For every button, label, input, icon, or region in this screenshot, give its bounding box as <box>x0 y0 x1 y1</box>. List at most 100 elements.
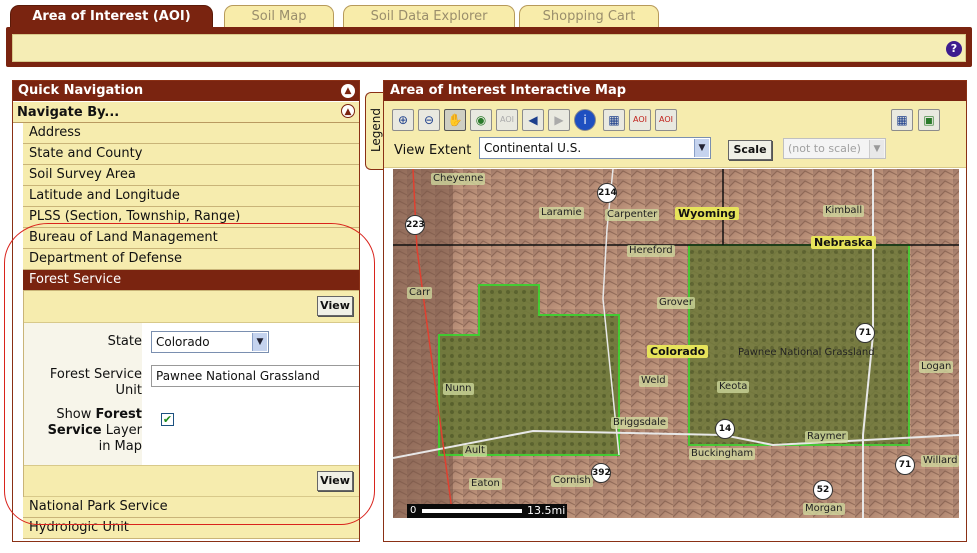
collapse-icon[interactable]: ▲ <box>341 84 355 98</box>
highway-shield: 71 <box>855 323 875 343</box>
grid-icon[interactable]: ▦ <box>603 109 625 131</box>
map-town-label: Weld <box>639 375 668 387</box>
forward-arrow-icon[interactable]: ▶ <box>548 109 570 131</box>
scale-bar-distance: 13.5mi <box>527 504 566 517</box>
map-title: Area of Interest Interactive Map <box>390 83 627 98</box>
tab-shopping-cart[interactable]: Shopping Cart <box>519 5 659 28</box>
map-town-label: Logan <box>919 361 954 373</box>
view-extent-select[interactable]: Continental U.S. ▼ <box>479 137 711 159</box>
map-town-label: Nunn <box>443 383 474 395</box>
scale-select-value: (not to scale) <box>788 142 861 155</box>
map-town-label: Kimball <box>823 205 865 217</box>
state-select[interactable]: Colorado ▼ <box>151 331 269 353</box>
map-town-label: Buckingham <box>689 448 756 460</box>
scale-bar-zero: 0 <box>410 505 417 516</box>
map-town-label: Keota <box>717 381 750 393</box>
overview-map-icon[interactable]: ▣ <box>918 109 940 131</box>
layout-icon[interactable]: ▦ <box>891 109 913 131</box>
view-extent-label: View Extent <box>394 143 472 158</box>
state-select-value: Colorado <box>156 335 210 349</box>
nav-item-latitude-longitude[interactable]: Latitude and Longitude <box>23 186 359 207</box>
map-town-label: Willard <box>921 455 959 467</box>
identify-info-icon[interactable]: i <box>574 109 596 131</box>
map-scale-bar: 0 13.5mi <box>407 504 567 518</box>
navigate-by-list: Address State and County Soil Survey Are… <box>23 123 359 539</box>
map-state-label: Wyoming <box>675 207 739 220</box>
quick-navigation-title: Quick Navigation <box>18 83 144 98</box>
scale-bar-line <box>422 509 522 513</box>
map-town-label: Morgan <box>803 503 845 515</box>
chevron-down-icon: ▼ <box>694 139 709 157</box>
quick-navigation-panel: Quick Navigation ▲ Navigate By... ▲ Addr… <box>12 80 360 542</box>
nav-item-hydrologic-unit[interactable]: Hydrologic Unit <box>23 518 359 539</box>
nav-item-plss[interactable]: PLSS (Section, Township, Range) <box>23 207 359 228</box>
view-row-bottom: View <box>24 465 359 497</box>
show-layer-checkbox[interactable]: ✔ <box>161 413 174 426</box>
nav-item-bureau-land-management[interactable]: Bureau of Land Management <box>23 228 359 249</box>
map-town-label: Eaton <box>469 478 502 490</box>
forest-service-unit-row: Forest Service Unit Pawnee National Grass… <box>24 361 359 403</box>
help-icon[interactable]: ? <box>946 41 962 57</box>
forest-service-form: View State Colorado ▼ Forest Service Unit… <box>23 291 359 497</box>
legend-tab-label: Legend <box>369 107 383 153</box>
nav-item-state-and-county[interactable]: State and County <box>23 144 359 165</box>
navigate-by-title: Navigate By... <box>17 105 120 120</box>
define-aoi-polygon-icon[interactable]: AOI <box>655 109 677 131</box>
highway-shield: 14 <box>715 419 735 439</box>
map-toolbar: ⊕ ⊖ ✋ ◉ AOI ◀ ▶ i ▦ AOI AOI ▦ ▣ View Ext… <box>384 101 966 168</box>
map-state-label: Nebraska <box>811 236 876 249</box>
chevron-down-icon: ▼ <box>869 140 884 158</box>
legend-tab[interactable]: Legend <box>365 92 385 170</box>
collapse-icon[interactable]: ▲ <box>341 104 355 118</box>
highway-shield: 214 <box>597 183 617 203</box>
forest-service-unit-field[interactable]: Pawnee National Grassland <box>151 365 359 387</box>
map-view[interactable]: Cheyenne Laramie Carpenter Kimball Heref… <box>393 169 959 518</box>
view-extent-value: Continental U.S. <box>484 141 582 155</box>
map-town-label: Ault <box>463 445 487 457</box>
navigate-by-header[interactable]: Navigate By... ▲ <box>13 102 359 123</box>
tab-soil-map[interactable]: Soil Map <box>224 5 334 28</box>
map-town-label: Carr <box>407 287 433 299</box>
highway-shield: 223 <box>405 215 425 235</box>
zoom-in-icon[interactable]: ⊕ <box>392 109 414 131</box>
view-button[interactable]: View <box>317 471 353 491</box>
nav-item-forest-service[interactable]: Forest Service <box>23 270 359 291</box>
terrain-map <box>393 169 959 518</box>
zoom-out-icon[interactable]: ⊖ <box>418 109 440 131</box>
top-bar-content <box>12 34 966 62</box>
nav-item-national-park-service[interactable]: National Park Service <box>23 497 359 518</box>
tab-soil-data-explorer[interactable]: Soil Data Explorer <box>343 5 515 28</box>
scale-select[interactable]: (not to scale) ▼ <box>783 138 886 159</box>
quick-navigation-header: Quick Navigation ▲ <box>13 81 359 101</box>
show-layer-label: Show Forest Service Layer in Map <box>47 407 142 454</box>
pan-hand-icon[interactable]: ✋ <box>444 109 466 131</box>
chevron-down-icon: ▼ <box>252 333 267 351</box>
nav-item-address[interactable]: Address <box>23 123 359 144</box>
map-state-label: Colorado <box>647 345 709 358</box>
map-town-label: Grover <box>657 297 695 309</box>
map-town-label: Cheyenne <box>431 173 486 185</box>
view-button[interactable]: View <box>317 296 353 316</box>
map-town-label: Briggsdale <box>611 417 669 429</box>
map-town-label: Carpenter <box>605 209 660 221</box>
scale-button[interactable]: Scale <box>728 140 772 160</box>
define-aoi-rectangle-icon[interactable]: AOI <box>629 109 651 131</box>
map-town-label: Hereford <box>627 245 675 257</box>
interactive-map-panel: Area of Interest Interactive Map ⊕ ⊖ ✋ ◉… <box>383 80 967 542</box>
state-label: State <box>107 334 142 349</box>
highway-shield: 52 <box>813 480 833 500</box>
highway-shield: 392 <box>591 463 611 483</box>
forest-service-unit-label: Forest Service Unit <box>49 367 142 398</box>
highway-shield: 71 <box>895 455 915 475</box>
aoi-icon[interactable]: AOI <box>496 109 518 131</box>
view-row-top: View <box>24 291 359 323</box>
show-layer-row: Show Forest Service Layer in Map ✔ <box>24 403 359 465</box>
back-arrow-icon[interactable]: ◀ <box>522 109 544 131</box>
globe-icon[interactable]: ◉ <box>470 109 492 131</box>
nav-item-department-of-defense[interactable]: Department of Defense <box>23 249 359 270</box>
map-town-label: Cornish <box>551 475 593 487</box>
nav-item-soil-survey-area[interactable]: Soil Survey Area <box>23 165 359 186</box>
state-row: State Colorado ▼ <box>24 323 359 361</box>
map-header: Area of Interest Interactive Map <box>384 81 966 101</box>
map-area-label: Pawnee National Grassland <box>738 347 875 358</box>
